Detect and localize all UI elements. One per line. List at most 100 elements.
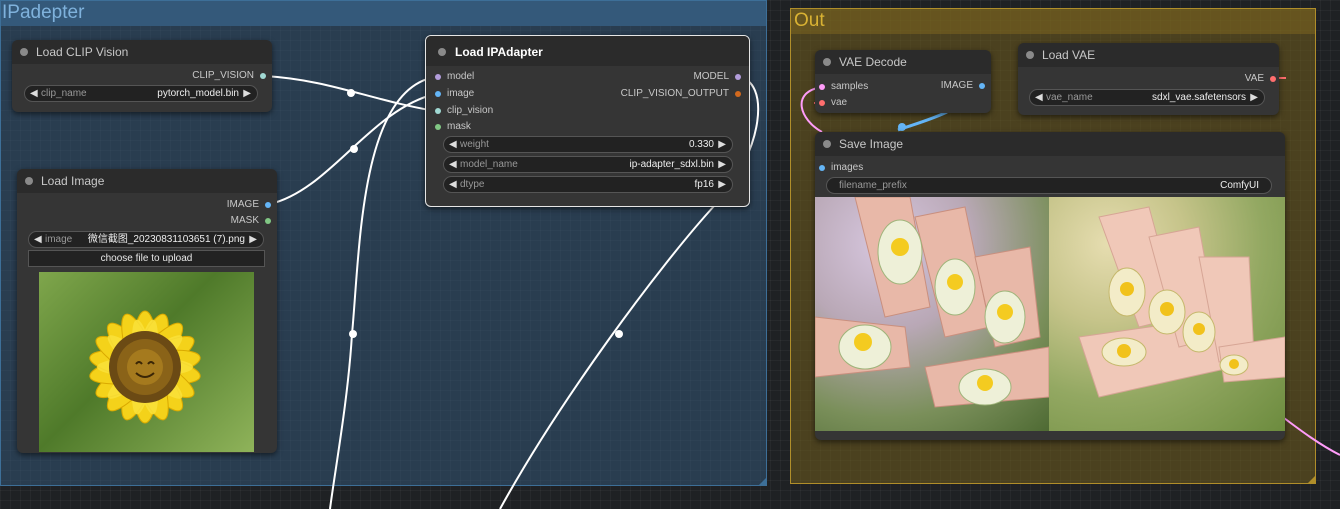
arrow-left-icon[interactable]: ◀: [1035, 90, 1043, 105]
node-load-ipadapter[interactable]: Load IPAdapter model image clip_vision m…: [425, 35, 750, 207]
node-title[interactable]: Save Image: [815, 132, 1285, 156]
output-vae[interactable]: VAE: [1196, 72, 1276, 86]
node-title[interactable]: Load Image: [17, 169, 277, 193]
slot-dot-icon[interactable]: [435, 124, 441, 130]
output-clip-vision-output[interactable]: CLIP_VISION_OUTPUT: [581, 87, 741, 101]
widget-label: weight: [460, 139, 489, 150]
widget-dtype[interactable]: ◀ dtype fp16 ▶: [443, 176, 733, 193]
collapse-dot-icon[interactable]: [20, 48, 28, 56]
input-images[interactable]: images: [819, 161, 863, 175]
widget-label: model_name: [460, 159, 518, 170]
output-image[interactable]: IMAGE: [905, 79, 985, 93]
slot-dot-icon[interactable]: [979, 83, 985, 89]
output-model[interactable]: MODEL: [621, 70, 741, 84]
widget-model-name[interactable]: ◀ model_name ip-adapter_sdxl.bin ▶: [443, 156, 733, 173]
node-title[interactable]: Load VAE: [1018, 43, 1279, 67]
slot-dot-icon[interactable]: [260, 73, 266, 79]
widget-label: image: [45, 234, 73, 245]
wire-reroute-dot[interactable]: [350, 145, 358, 153]
widget-weight[interactable]: ◀ weight 0.330 ▶: [443, 136, 733, 153]
arrow-right-icon[interactable]: ▶: [249, 232, 257, 247]
arrow-right-icon[interactable]: ▶: [243, 86, 251, 101]
node-title-text: Load IPAdapter: [455, 45, 543, 59]
slot-label: model: [447, 71, 475, 82]
wire-reroute-dot[interactable]: [898, 123, 906, 131]
arrow-left-icon[interactable]: ◀: [30, 86, 38, 101]
input-model[interactable]: model: [435, 70, 474, 84]
arrow-right-icon[interactable]: ▶: [1250, 90, 1258, 105]
slot-label: images: [831, 162, 864, 173]
slot-dot-icon[interactable]: [819, 100, 825, 106]
widget-value: fp16: [694, 179, 714, 190]
arrow-right-icon[interactable]: ▶: [718, 177, 726, 192]
widget-value: 0.330: [688, 139, 714, 150]
input-samples[interactable]: samples: [819, 80, 868, 94]
widget-vae-name[interactable]: ◀ vae_name sdxl_vae.safetensors ▶: [1029, 89, 1265, 106]
slot-label: IMAGE: [940, 80, 973, 91]
node-load-image[interactable]: Load Image IMAGE MASK ◀ image 微信截图_20230…: [17, 169, 277, 453]
wire-reroute-dot[interactable]: [349, 330, 357, 338]
slot-dot-icon[interactable]: [819, 84, 825, 90]
slot-label: clip_vision: [447, 105, 494, 116]
collapse-dot-icon[interactable]: [823, 140, 831, 148]
arrow-left-icon[interactable]: ◀: [449, 177, 457, 192]
arrow-left-icon[interactable]: ◀: [34, 232, 42, 247]
widget-label: dtype: [460, 179, 485, 190]
nail-art-preview-left: [815, 197, 1049, 431]
widget-filename-prefix[interactable]: filename_prefix ComfyUI: [826, 177, 1272, 194]
widget-label: vae_name: [1046, 92, 1093, 103]
wire-reroute-dot[interactable]: [347, 89, 355, 97]
node-title[interactable]: Load IPAdapter: [426, 36, 749, 66]
slot-dot-icon[interactable]: [1270, 76, 1276, 82]
widget-image[interactable]: ◀ image 微信截图_20230831103651 (7).png ▶: [28, 231, 264, 248]
slot-label: MODEL: [693, 71, 729, 82]
widget-value: ComfyUI: [1220, 180, 1259, 191]
widget-value: ip-adapter_sdxl.bin: [629, 159, 715, 170]
node-vae-decode[interactable]: VAE Decode samples vae IMAGE: [815, 50, 991, 113]
node-title[interactable]: Load CLIP Vision: [12, 40, 272, 64]
wire-model-in: [329, 76, 436, 509]
input-mask[interactable]: mask: [435, 120, 471, 134]
nail-art-preview-right: [1049, 197, 1285, 431]
node-save-image[interactable]: Save Image images filename_prefix ComfyU…: [815, 132, 1285, 440]
input-vae[interactable]: vae: [819, 96, 847, 110]
arrow-left-icon[interactable]: ◀: [449, 137, 457, 152]
node-load-clip-vision[interactable]: Load CLIP Vision CLIP_VISION ◀ clip_name…: [12, 40, 272, 112]
widget-clip-name[interactable]: ◀ clip_name pytorch_model.bin ▶: [24, 85, 258, 102]
widget-label: filename_prefix: [839, 180, 907, 191]
slot-label: samples: [831, 81, 869, 92]
arrow-left-icon[interactable]: ◀: [449, 157, 457, 172]
arrow-right-icon[interactable]: ▶: [718, 157, 726, 172]
collapse-dot-icon[interactable]: [1026, 51, 1034, 59]
slot-dot-icon[interactable]: [435, 108, 441, 114]
output-image[interactable]: IMAGE: [191, 198, 271, 212]
slot-dot-icon[interactable]: [435, 91, 441, 97]
node-title[interactable]: VAE Decode: [815, 50, 991, 74]
node-title-text: Load Image: [41, 174, 105, 188]
node-title-text: Save Image: [839, 137, 904, 151]
slot-label: vae: [831, 97, 848, 108]
slot-dot-icon[interactable]: [265, 218, 271, 224]
slot-label: CLIP_VISION_OUTPUT: [620, 88, 729, 99]
collapse-dot-icon[interactable]: [438, 48, 446, 56]
wire-reroute-dot[interactable]: [615, 330, 623, 338]
input-image[interactable]: image: [435, 87, 474, 101]
wire-latent-out: [1283, 417, 1340, 456]
node-title-text: Load VAE: [1042, 48, 1096, 62]
input-clip-vision[interactable]: clip_vision: [435, 104, 493, 118]
slot-dot-icon[interactable]: [265, 202, 271, 208]
widget-value: pytorch_model.bin: [157, 88, 239, 99]
slot-dot-icon[interactable]: [819, 165, 825, 171]
collapse-dot-icon[interactable]: [823, 58, 831, 66]
output-mask[interactable]: MASK: [191, 214, 271, 228]
choose-file-button[interactable]: choose file to upload: [28, 250, 265, 267]
slot-dot-icon[interactable]: [735, 74, 741, 80]
slot-dot-icon[interactable]: [435, 74, 441, 80]
node-title-text: Load CLIP Vision: [36, 45, 129, 59]
slot-dot-icon[interactable]: [735, 91, 741, 97]
arrow-right-icon[interactable]: ▶: [718, 137, 726, 152]
output-clip-vision[interactable]: CLIP_VISION: [146, 69, 266, 83]
collapse-dot-icon[interactable]: [25, 177, 33, 185]
slot-label: IMAGE: [226, 199, 259, 210]
node-load-vae[interactable]: Load VAE VAE ◀ vae_name sdxl_vae.safeten…: [1018, 43, 1279, 115]
